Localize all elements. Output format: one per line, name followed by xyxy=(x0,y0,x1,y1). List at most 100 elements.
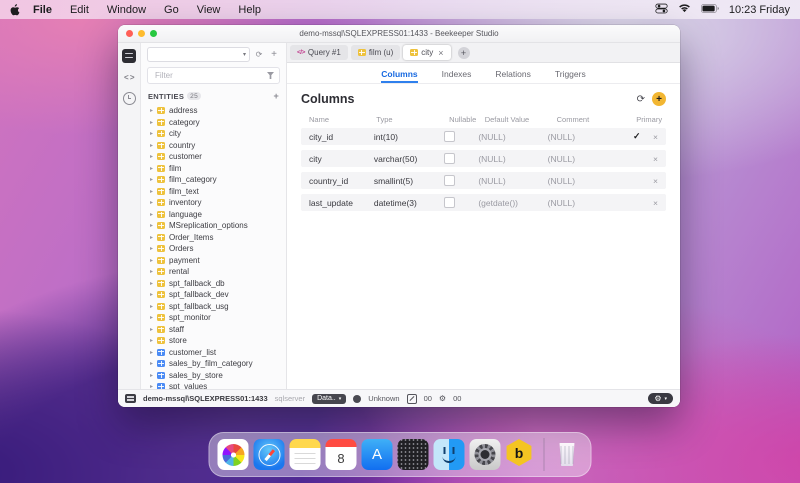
entity-address[interactable]: ▸address xyxy=(141,105,286,117)
filter-input[interactable] xyxy=(153,70,267,81)
table-tab-icon xyxy=(358,49,366,56)
entity-staff[interactable]: ▸staff xyxy=(141,324,286,336)
nullable-checkbox[interactable] xyxy=(444,197,455,208)
entity-rental[interactable]: ▸rental xyxy=(141,266,286,278)
entity-spt_fallback_dev[interactable]: ▸spt_fallback_dev xyxy=(141,289,286,301)
entity-country[interactable]: ▸country xyxy=(141,140,286,152)
system-preferences-dock-icon[interactable] xyxy=(470,439,501,470)
entity-spt_fallback_db[interactable]: ▸spt_fallback_db xyxy=(141,278,286,290)
entity-city[interactable]: ▸city xyxy=(141,128,286,140)
add-entity-button[interactable]: + xyxy=(268,48,280,61)
primary-key-check-icon: ✓ xyxy=(633,131,641,142)
battery-icon[interactable] xyxy=(701,4,719,16)
entities-header: ENTITIES 25 + xyxy=(148,91,279,101)
entity-language[interactable]: ▸language xyxy=(141,209,286,221)
entity-order_items[interactable]: ▸Order_Items xyxy=(141,232,286,244)
remove-column-button[interactable]: × xyxy=(653,198,666,208)
entity-list: ▸address▸category▸city▸country▸customer▸… xyxy=(141,105,286,389)
entity-film[interactable]: ▸film xyxy=(141,163,286,175)
control-center-icon[interactable] xyxy=(655,2,668,18)
menu-file[interactable]: File xyxy=(24,4,61,16)
entities-count-badge: 25 xyxy=(187,92,201,100)
entity-sales_by_film_category[interactable]: ▸sales_by_film_category xyxy=(141,358,286,370)
minimize-window-button[interactable] xyxy=(138,30,145,37)
safari-glyph xyxy=(254,439,285,470)
finder-dock-icon[interactable] xyxy=(434,439,465,470)
chevron-right-icon: ▸ xyxy=(150,314,157,321)
add-column-button[interactable]: + xyxy=(652,92,666,106)
column-row-country_id: country_idsmallint(5)(NULL)(NULL)× xyxy=(301,172,666,189)
safari-dock-icon[interactable] xyxy=(254,439,285,470)
beekeeper-studio-dock-icon[interactable]: b xyxy=(506,439,537,470)
terminal-dock-icon[interactable] xyxy=(398,439,429,470)
table-icon xyxy=(157,130,165,137)
table-icon xyxy=(157,257,165,264)
sidebar-controls: ▾ ⟳ + xyxy=(147,47,280,62)
menu-go[interactable]: Go xyxy=(155,4,188,16)
entity-spt_monitor[interactable]: ▸spt_monitor xyxy=(141,312,286,324)
entity-spt_fallback_usg[interactable]: ▸spt_fallback_usg xyxy=(141,301,286,313)
entity-inventory[interactable]: ▸inventory xyxy=(141,197,286,209)
structure-tab-columns[interactable]: Columns xyxy=(381,69,417,83)
remove-column-button[interactable]: × xyxy=(653,176,666,186)
entity-orders[interactable]: ▸Orders xyxy=(141,243,286,255)
chevron-right-icon: ▸ xyxy=(150,245,157,252)
close-window-button[interactable] xyxy=(126,30,133,37)
database-pill[interactable]: Data.. ▾ xyxy=(312,394,346,404)
nullable-checkbox[interactable] xyxy=(444,131,455,142)
tab-film-u-[interactable]: film (u) xyxy=(351,45,400,60)
remove-column-button[interactable]: × xyxy=(653,132,666,142)
database-select[interactable]: ▾ xyxy=(147,47,250,62)
database-rail-icon[interactable] xyxy=(122,49,136,63)
entities-add-button[interactable]: + xyxy=(273,91,279,101)
menu-edit[interactable]: Edit xyxy=(61,4,98,16)
calendar-dock-icon[interactable]: 8 xyxy=(326,439,357,470)
tab-query-1[interactable]: </>Query #1 xyxy=(290,45,348,60)
remove-column-button[interactable]: × xyxy=(653,154,666,164)
table-icon xyxy=(157,268,165,275)
entity-category[interactable]: ▸category xyxy=(141,117,286,129)
column-header-default-value: Default Value xyxy=(485,115,557,124)
menu-help[interactable]: Help xyxy=(229,4,270,16)
apple-menu-icon[interactable] xyxy=(10,4,20,16)
zoom-window-button[interactable] xyxy=(150,30,157,37)
desktop: FileEditWindowGoViewHelp 10:23 Friday de… xyxy=(0,0,800,483)
history-rail-icon[interactable] xyxy=(123,92,136,105)
entity-payment[interactable]: ▸payment xyxy=(141,255,286,267)
nullable-checkbox[interactable] xyxy=(444,153,455,164)
refresh-entities-button[interactable]: ⟳ xyxy=(253,48,265,61)
settings-pill-button[interactable]: ⚙ ▾ xyxy=(648,393,673,404)
refresh-columns-icon[interactable]: ⟳ xyxy=(637,94,645,105)
entity-spt_values[interactable]: ▸spt_values xyxy=(141,381,286,389)
structure-tab-triggers[interactable]: Triggers xyxy=(555,69,586,83)
filter-funnel-icon[interactable] xyxy=(267,72,274,79)
entity-film_text[interactable]: ▸film_text xyxy=(141,186,286,198)
new-tab-button[interactable]: + xyxy=(458,47,470,59)
menu-view[interactable]: View xyxy=(188,4,230,16)
entity-store[interactable]: ▸store xyxy=(141,335,286,347)
trash-dock-icon[interactable] xyxy=(552,439,583,470)
menu-window[interactable]: Window xyxy=(98,4,155,16)
app-store-dock-icon[interactable]: A xyxy=(362,439,393,470)
window-titlebar[interactable]: demo-mssql\SQLEXPRESS01:1433 - Beekeeper… xyxy=(118,25,680,43)
chevron-right-icon: ▸ xyxy=(150,107,157,114)
tab-close-icon[interactable]: × xyxy=(438,48,443,58)
entity-customer_list[interactable]: ▸customer_list xyxy=(141,347,286,359)
dock-icons: 8Ab xyxy=(218,438,583,471)
photos-dock-icon[interactable] xyxy=(218,439,249,470)
chevron-right-icon: ▸ xyxy=(150,130,157,137)
tab-city[interactable]: city× xyxy=(403,45,450,60)
notes-dock-icon[interactable] xyxy=(290,439,321,470)
queries-rail-icon[interactable]: < > xyxy=(124,73,134,82)
entity-sales_by_store[interactable]: ▸sales_by_store xyxy=(141,370,286,382)
chevron-right-icon: ▸ xyxy=(150,280,157,287)
entity-customer[interactable]: ▸customer xyxy=(141,151,286,163)
wifi-icon[interactable] xyxy=(678,3,691,16)
entity-film_category[interactable]: ▸film_category xyxy=(141,174,286,186)
column-header-name: Name xyxy=(301,115,376,124)
entity-msreplication_options[interactable]: ▸MSreplication_options xyxy=(141,220,286,232)
structure-tab-indexes[interactable]: Indexes xyxy=(442,69,472,83)
menubar-clock[interactable]: 10:23 Friday xyxy=(729,4,790,16)
nullable-checkbox[interactable] xyxy=(444,175,455,186)
structure-tab-relations[interactable]: Relations xyxy=(495,69,530,83)
